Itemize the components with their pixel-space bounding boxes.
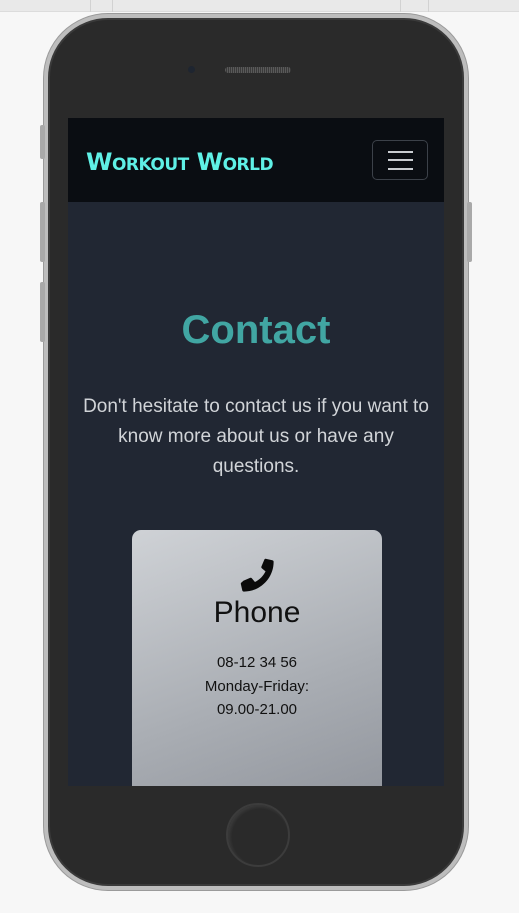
opening-hours: 09.00-21.00	[216, 701, 298, 718]
menu-toggle-button[interactable]	[372, 140, 428, 180]
phone-number: 08-12 34 56	[216, 654, 298, 671]
phone-screen: Workout World Contact Don't hesitate to …	[68, 118, 444, 786]
side-button-volume-down	[40, 282, 45, 342]
card-title: Phone	[213, 596, 301, 629]
side-button-volume-up	[40, 202, 45, 262]
camera-dot	[188, 66, 195, 73]
speaker-grille	[225, 67, 291, 73]
navbar: Workout World	[68, 118, 444, 202]
brand-logo[interactable]: Workout World	[86, 148, 274, 176]
phone-icon	[240, 558, 274, 592]
browser-top-strip	[0, 0, 519, 12]
phone-card: Phone 08-12 34 56 Monday-Friday: 09.00-2…	[132, 530, 382, 786]
side-button-mute	[40, 125, 45, 159]
page-title: Contact	[181, 308, 331, 352]
home-button	[226, 803, 290, 867]
side-button-power	[467, 202, 472, 262]
intro-text: Don't hesitate to contact us if you want…	[83, 396, 429, 477]
hours-label: Monday-Friday:	[204, 678, 310, 695]
